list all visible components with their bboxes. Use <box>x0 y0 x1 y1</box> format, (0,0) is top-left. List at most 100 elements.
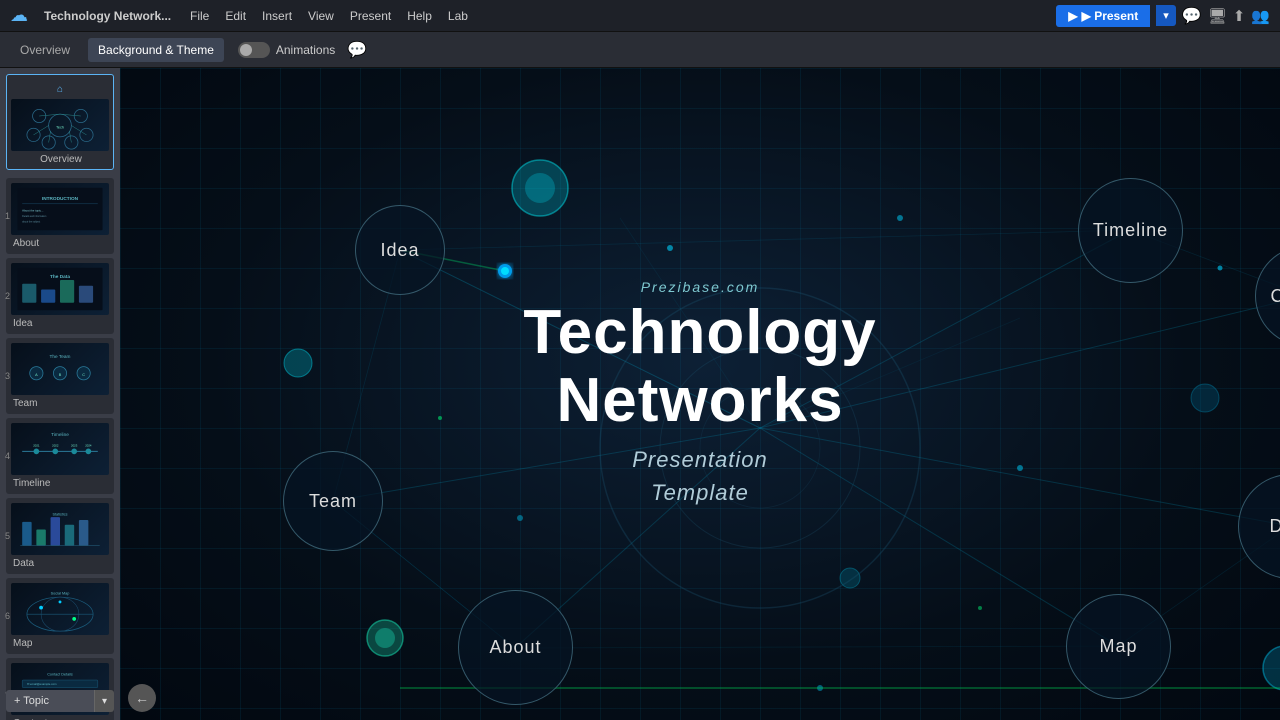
slide-6-label: Map <box>11 638 109 649</box>
svg-text:2021: 2021 <box>33 444 40 448</box>
slide-number-4: 4 <box>5 451 10 461</box>
slide-1-label: About <box>11 238 109 249</box>
right-toolbar: ▶ ▶ Present ▾ 💬 🖥 ⬆ 👥 <box>1056 5 1270 27</box>
cloud-icon: ☁ <box>10 5 28 26</box>
secondbar: Overview Background & Theme Animations 💬 <box>0 32 1280 68</box>
slide-4-thumbnail: Timeline 2021 2022 2023 2024 <box>11 423 109 475</box>
node-map-label: Map <box>1099 636 1137 657</box>
topbar: ☁ Technology Network... File Edit Insert… <box>0 0 1280 32</box>
center-text: Prezibase.com Technology Networks Presen… <box>523 279 876 509</box>
slide-number-2: 2 <box>5 291 10 301</box>
svg-text:INTRODUCTION: INTRODUCTION <box>42 196 79 202</box>
svg-text:Social Map: Social Map <box>51 591 70 595</box>
tab-background-theme[interactable]: Background & Theme <box>88 38 224 62</box>
slide-6-thumbnail: Social Map <box>11 583 109 635</box>
menu-present[interactable]: Present <box>350 9 391 23</box>
app-title: Technology Network... <box>44 9 174 23</box>
node-team[interactable]: Team <box>283 451 383 551</box>
menu-view[interactable]: View <box>308 9 334 23</box>
node-map[interactable]: Map <box>1066 594 1171 699</box>
svg-text:Contact Details: Contact Details <box>47 672 73 676</box>
slide-2-label: Idea <box>11 318 109 329</box>
add-topic-button[interactable]: + Topic <box>6 690 94 712</box>
slide-thumb-1[interactable]: 1 INTRODUCTION About the topic... Detail… <box>6 178 114 254</box>
back-arrow-icon: ← <box>135 690 149 706</box>
svg-text:About the topic...: About the topic... <box>22 208 43 212</box>
node-about-label: About <box>489 637 541 658</box>
add-topic-dropdown-button[interactable]: ▾ <box>94 690 114 712</box>
svg-text:about the subject: about the subject <box>22 221 40 224</box>
svg-text:C: C <box>82 373 85 377</box>
svg-text:Details and information: Details and information <box>22 215 47 218</box>
svg-text:Tech: Tech <box>56 125 64 129</box>
present-button[interactable]: ▶ ▶ Present <box>1056 5 1150 27</box>
overview-thumb-label: Overview <box>38 154 82 165</box>
canvas-area: Prezibase.com Technology Networks Presen… <box>120 68 1280 720</box>
animations-switch[interactable] <box>238 42 270 58</box>
slide-thumb-6[interactable]: 6 Social Map Map <box>6 578 114 654</box>
node-team-label: Team <box>309 491 357 512</box>
present-label: ▶ Present <box>1082 9 1139 23</box>
slide-2-thumbnail: The Data <box>11 263 109 315</box>
slide-thumb-overview[interactable]: ⌂ Tech <box>6 74 114 170</box>
svg-text:The Data: The Data <box>50 274 70 280</box>
node-data-label: Data <box>1269 516 1280 537</box>
svg-text:Timeline: Timeline <box>51 432 69 438</box>
users-icon[interactable]: 👥 <box>1251 7 1270 25</box>
slide-3-thumbnail: The Team A B C <box>11 343 109 395</box>
upload-icon[interactable]: ⬆ <box>1233 7 1246 25</box>
sidebar: ⌂ Tech <box>0 68 120 720</box>
slide-5-thumbnail: Statistics <box>11 503 109 555</box>
comments-icon[interactable]: 💬 <box>1182 6 1202 26</box>
menu-insert[interactable]: Insert <box>262 9 292 23</box>
slide-1-thumbnail: INTRODUCTION About the topic... Details … <box>11 183 109 235</box>
back-arrow-button[interactable]: ← <box>128 684 156 712</box>
slide-number-1: 1 <box>5 211 10 221</box>
node-idea-label: Idea <box>380 240 419 261</box>
toggle-knob <box>240 44 252 56</box>
sub-title: Presentation Template <box>523 443 876 509</box>
node-timeline-label: Timeline <box>1093 220 1168 241</box>
slide-number-3: 3 <box>5 371 10 381</box>
node-timeline[interactable]: Timeline <box>1078 178 1183 283</box>
menu-lab[interactable]: Lab <box>448 9 468 23</box>
slide-thumb-2[interactable]: 2 The Data Idea <box>6 258 114 334</box>
tab-overview[interactable]: Overview <box>10 38 80 62</box>
node-about[interactable]: About <box>458 590 573 705</box>
slide-thumb-4[interactable]: 4 Timeline 2021 2022 2023 2024 Timeline <box>6 418 114 494</box>
svg-text:2024: 2024 <box>85 444 92 448</box>
slide-3-label: Team <box>11 398 109 409</box>
sub-title-line2: Template <box>651 480 749 505</box>
menu-edit[interactable]: Edit <box>225 9 246 23</box>
svg-text:2023: 2023 <box>71 444 78 448</box>
play-icon: ▶ <box>1068 9 1077 23</box>
menu-help[interactable]: Help <box>407 9 432 23</box>
svg-text:✉ email@example.com: ✉ email@example.com <box>27 682 57 686</box>
animations-toggle: Animations <box>238 42 335 58</box>
svg-text:The Team: The Team <box>50 354 71 360</box>
slide-number-6: 6 <box>5 611 10 621</box>
slide-5-label: Data <box>11 558 109 569</box>
main-title-line2: Networks <box>556 366 843 435</box>
main-title-line1: Technology <box>523 298 876 367</box>
slide-thumb-5[interactable]: 5 Statistics Data <box>6 498 114 574</box>
node-idea[interactable]: Idea <box>355 205 445 295</box>
svg-text:Statistics: Statistics <box>52 512 67 516</box>
comment-bubble-icon[interactable]: 💬 <box>347 40 367 60</box>
animations-label: Animations <box>276 43 335 57</box>
share-screen-icon[interactable]: 🖥 <box>1208 7 1227 25</box>
present-dropdown-button[interactable]: ▾ <box>1156 5 1176 26</box>
site-url: Prezibase.com <box>523 279 876 295</box>
slide-4-label: Timeline <box>11 478 109 489</box>
menu-file[interactable]: File <box>190 9 209 23</box>
node-contact-label: Contact <box>1270 286 1280 307</box>
main-title: Technology Networks <box>523 299 876 435</box>
slide-thumb-3[interactable]: 3 The Team A B C Team <box>6 338 114 414</box>
slide-number-5: 5 <box>5 531 10 541</box>
overview-thumbnail-image: Tech <box>11 99 109 151</box>
home-icon: ⌂ <box>57 84 63 95</box>
main-layout: ⌂ Tech <box>0 68 1280 720</box>
svg-text:2022: 2022 <box>52 444 59 448</box>
sub-title-line1: Presentation <box>632 447 768 472</box>
menu-bar: File Edit Insert View Present Help Lab <box>190 9 1040 23</box>
